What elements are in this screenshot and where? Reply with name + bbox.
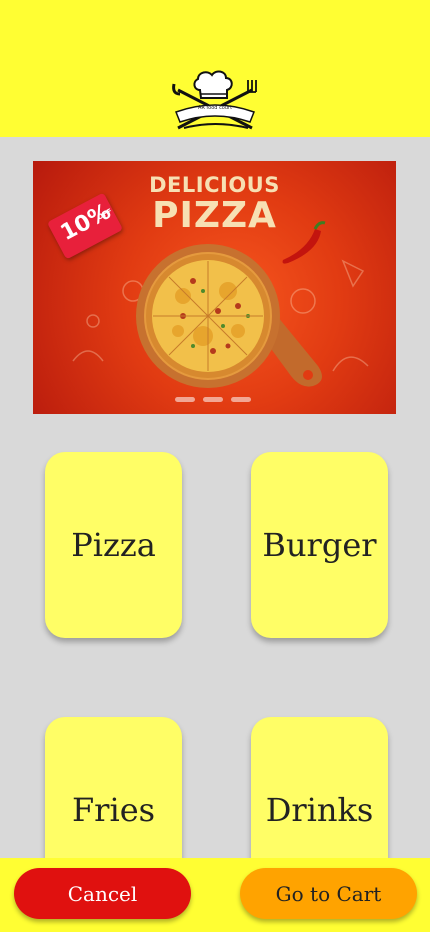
category-label: Fries	[71, 791, 156, 829]
banner-title-line1: DELICIOUS	[149, 173, 280, 197]
bottom-action-bar: Cancel Go to Cart	[0, 858, 430, 932]
category-label: Drinks	[265, 791, 374, 829]
carousel-dot[interactable]	[231, 397, 251, 402]
go-to-cart-button[interactable]: Go to Cart	[240, 868, 417, 919]
category-card-burger[interactable]: Burger	[251, 452, 388, 638]
category-card-pizza[interactable]: Pizza	[45, 452, 182, 638]
chef-hat-cutlery-icon	[172, 70, 257, 130]
promo-banner[interactable]: DELICIOUS PIZZA 10% OFF	[33, 161, 396, 414]
category-label: Pizza	[71, 526, 156, 564]
carousel-dot[interactable]	[203, 397, 223, 402]
category-label: Burger	[262, 526, 377, 564]
logo-text: AR food court	[197, 105, 233, 111]
cancel-button[interactable]: Cancel	[14, 868, 191, 919]
carousel-indicator	[175, 397, 255, 403]
carousel-dot[interactable]	[175, 397, 195, 402]
app-header: AR food court	[0, 0, 430, 137]
app-logo: AR food court	[170, 68, 260, 134]
